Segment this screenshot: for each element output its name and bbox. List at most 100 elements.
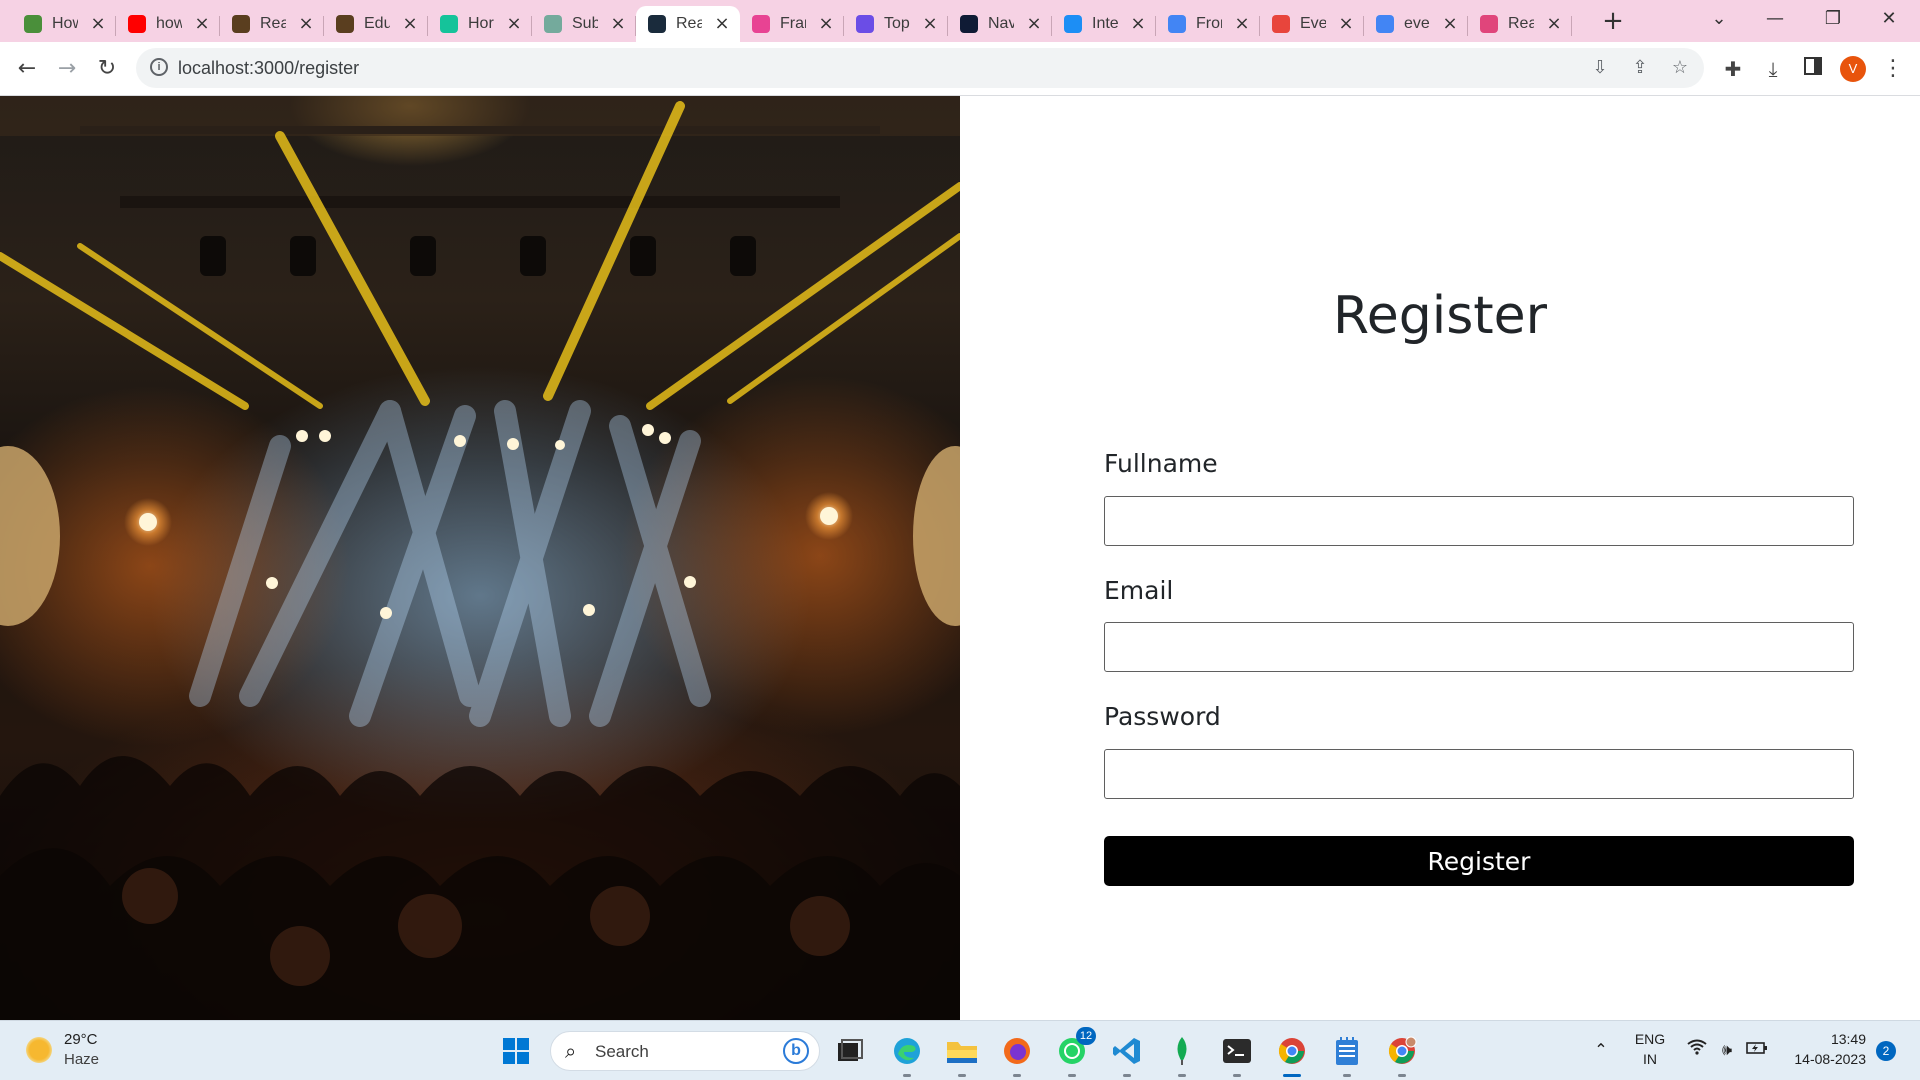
close-tab-icon[interactable]: × (712, 14, 732, 34)
youtube-icon (128, 15, 146, 33)
search-icon: ⌕ (565, 1039, 577, 1063)
taskbar-search[interactable]: ⌕ Search b (550, 1031, 820, 1071)
whatsapp-badge: 12 (1076, 1027, 1096, 1045)
close-tab-icon[interactable]: × (920, 14, 940, 34)
back-button[interactable]: ← (12, 54, 42, 84)
browser-tab[interactable]: Inte × (1052, 6, 1156, 42)
close-tab-icon[interactable]: × (1440, 14, 1460, 34)
react-icon (648, 15, 666, 33)
browser-menu-icon[interactable]: ⋮ (1878, 54, 1908, 84)
tab-title: how (156, 15, 182, 32)
extensions-icon[interactable]: ✚ (1718, 54, 1748, 84)
task-view-icon[interactable] (830, 1031, 870, 1071)
fullname-input[interactable] (1104, 496, 1854, 546)
email-label: Email (1104, 576, 1174, 605)
close-tab-icon[interactable]: × (1544, 14, 1564, 34)
bing-icon[interactable]: b (783, 1038, 809, 1064)
weather-description[interactable]: Haze (64, 1051, 99, 1068)
close-window-button[interactable]: ✕ (1866, 4, 1912, 34)
downloads-icon[interactable]: ⤓ (1758, 54, 1788, 84)
close-tab-icon[interactable]: × (608, 14, 628, 34)
clock-time[interactable]: 13:49 (1776, 1031, 1866, 1047)
browser-tab[interactable]: Rea × (220, 6, 324, 42)
tab-title: Rea (260, 15, 286, 32)
url-text[interactable]: localhost:3000/register (178, 58, 359, 79)
browser-tab-strip: How×how×Rea×Edu×Hor×Sub×Rea×Frar×Top×Nav… (0, 0, 1920, 42)
close-tab-icon[interactable]: × (816, 14, 836, 34)
reload-button[interactable]: ↻ (92, 54, 122, 84)
react-icon (1480, 15, 1498, 33)
concert-hero-image (0, 96, 960, 1020)
notification-badge[interactable]: 2 (1876, 1041, 1896, 1061)
browser-tab[interactable]: How × (12, 6, 116, 42)
bookmark-star-icon[interactable]: ☆ (1668, 56, 1692, 80)
register-button[interactable]: Register (1104, 836, 1854, 886)
close-tab-icon[interactable]: × (1024, 14, 1044, 34)
browser-tab[interactable]: Rea × (636, 6, 740, 42)
address-bar[interactable]: i localhost:3000/register ⇩ ⇪ ☆ (136, 48, 1704, 88)
language-region[interactable]: IN (1628, 1051, 1672, 1067)
close-tab-icon[interactable]: × (504, 14, 524, 34)
vscode-icon[interactable] (1107, 1031, 1147, 1077)
show-hidden-icons[interactable]: ⌃ (1590, 1039, 1612, 1061)
clock-date[interactable]: 14-08-2023 (1776, 1051, 1866, 1067)
tab-title: Fror (1196, 15, 1222, 32)
email-input[interactable] (1104, 622, 1854, 672)
edge-icon[interactable] (887, 1031, 927, 1077)
close-tab-icon[interactable]: × (1232, 14, 1252, 34)
tab-title: Edu (364, 15, 390, 32)
firefox-icon[interactable] (997, 1031, 1037, 1077)
chrome-icon[interactable] (1272, 1031, 1312, 1077)
browser-tab[interactable]: Hor × (428, 6, 532, 42)
browser-tab[interactable]: eve × (1364, 6, 1468, 42)
browser-tab[interactable]: Edu × (324, 6, 428, 42)
book-icon (336, 15, 354, 33)
codefile-icon (856, 15, 874, 33)
browser-tab[interactable]: Sub × (532, 6, 636, 42)
start-button[interactable] (496, 1031, 536, 1071)
terminal-icon[interactable] (1217, 1031, 1257, 1077)
new-tab-button[interactable]: + (1598, 6, 1628, 36)
browser-tab[interactable]: Frar × (740, 6, 844, 42)
browser-tab[interactable]: how × (116, 6, 220, 42)
browser-tab[interactable]: Ever × (1260, 6, 1364, 42)
browser-tab[interactable]: Fror × (1156, 6, 1260, 42)
minimize-button[interactable]: — (1752, 4, 1798, 34)
book-icon (232, 15, 250, 33)
file-explorer-icon[interactable] (942, 1031, 982, 1077)
weather-sun-icon[interactable] (24, 1035, 54, 1065)
tab-title: Hor (468, 15, 494, 32)
whatsapp-icon[interactable]: 12 (1052, 1027, 1096, 1077)
tab-title: Frar (780, 15, 806, 32)
chrome-profile-icon[interactable] (1382, 1031, 1422, 1077)
mongodb-compass-icon[interactable] (1162, 1031, 1202, 1077)
volume-icon[interactable]: 🕪 (1716, 1039, 1738, 1061)
close-tab-icon[interactable]: × (296, 14, 316, 34)
profile-avatar[interactable]: V (1840, 56, 1866, 82)
wifi-icon[interactable] (1686, 1039, 1708, 1061)
tab-title: Sub (572, 15, 598, 32)
language-indicator[interactable]: ENG (1628, 1031, 1672, 1047)
tab-search-button[interactable]: ⌄ (1696, 4, 1742, 34)
restore-button[interactable]: ❐ (1810, 4, 1856, 34)
share-icon[interactable]: ⇪ (1628, 56, 1652, 80)
install-app-icon[interactable]: ⇩ (1588, 56, 1612, 80)
close-tab-icon[interactable]: × (192, 14, 212, 34)
notepad-icon[interactable] (1327, 1031, 1367, 1077)
close-tab-icon[interactable]: × (88, 14, 108, 34)
close-tab-icon[interactable]: × (1336, 14, 1356, 34)
browser-tab[interactable]: Nav × (948, 6, 1052, 42)
password-input[interactable] (1104, 749, 1854, 799)
site-info-icon[interactable]: i (150, 58, 168, 76)
page-content: Register Fullname Email Password Registe… (0, 96, 1920, 1020)
close-tab-icon[interactable]: × (1128, 14, 1148, 34)
side-panel-icon[interactable] (1798, 54, 1828, 84)
forward-button[interactable]: → (52, 54, 82, 84)
search-placeholder: Search (595, 1042, 649, 1061)
browser-tab[interactable]: Rea × (1468, 6, 1572, 42)
close-tab-icon[interactable]: × (400, 14, 420, 34)
battery-icon[interactable] (1746, 1039, 1768, 1061)
browser-tab[interactable]: Top × (844, 6, 948, 42)
weather-temperature[interactable]: 29°C (64, 1031, 98, 1048)
browser-toolbar: ← → ↻ i localhost:3000/register ⇩ ⇪ ☆ ✚ … (0, 42, 1920, 96)
